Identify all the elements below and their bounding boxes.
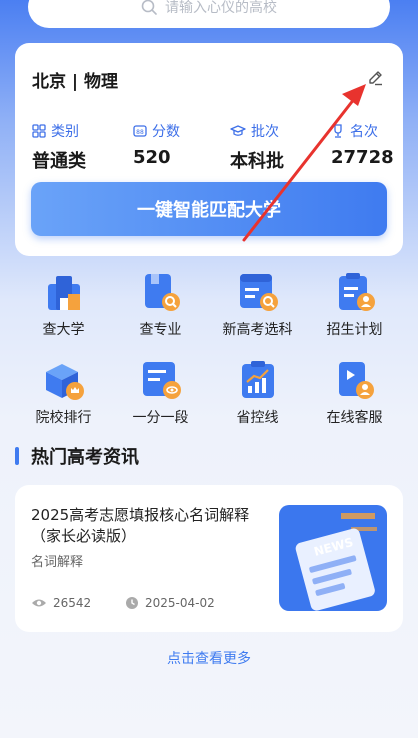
feature-control-line[interactable]: 省控线	[209, 358, 306, 427]
feature-score-segment[interactable]: 一分一段	[112, 358, 209, 427]
edit-icon[interactable]	[367, 69, 385, 87]
stat-rank: 名次 27728	[331, 124, 394, 168]
feature-online-service[interactable]: 在线客服	[306, 358, 403, 427]
news-section-title: 热门高考资讯	[15, 443, 139, 469]
eye-icon	[32, 599, 46, 607]
news-title[interactable]: 2025高考志愿填报核心名词解释（家长必读版）	[31, 505, 271, 547]
news-category: 名词解释	[31, 555, 84, 570]
major-search-icon	[144, 274, 180, 311]
customer-service-icon	[338, 362, 374, 399]
score-icon: 88	[133, 125, 147, 137]
feature-university-ranking[interactable]: 院校排行	[15, 358, 112, 427]
stat-category: 类别 普通类	[32, 124, 86, 172]
svg-text:88: 88	[136, 129, 144, 136]
profile-card: 北京 | 物理 类别 普通类 88 分数 520 批次 本科批 名次 27728…	[15, 43, 403, 256]
feature-enrollment-plan[interactable]: 招生计划	[306, 270, 403, 339]
ranking-box-icon	[45, 364, 84, 400]
stat-score: 88 分数 520	[133, 124, 180, 168]
feature-find-major[interactable]: 查专业	[112, 270, 209, 339]
graduation-cap-icon	[230, 125, 246, 136]
news-views: 26542	[31, 596, 91, 610]
section-accent-bar	[15, 447, 19, 465]
enrollment-plan-icon	[338, 273, 375, 311]
subject-select-icon	[239, 274, 278, 311]
news-thumbnail: NEWS	[279, 505, 387, 611]
news-date: 2025-04-02	[125, 596, 215, 610]
search-icon	[141, 0, 157, 15]
region-subject: 北京 | 物理	[32, 72, 119, 92]
category-grid-icon	[32, 124, 46, 138]
trophy-icon	[334, 124, 342, 138]
search-input[interactable]: 请输入心仪的高校	[165, 0, 277, 17]
stat-batch: 批次 本科批	[230, 124, 284, 172]
search-bar[interactable]: 请输入心仪的高校	[28, 0, 390, 28]
feature-find-university[interactable]: 查大学	[15, 270, 112, 339]
news-item[interactable]: 2025高考志愿填报核心名词解释（家长必读版） 名词解释 26542 2025-…	[15, 485, 403, 632]
control-line-chart-icon	[241, 361, 274, 398]
score-segment-icon	[142, 362, 181, 399]
clock-icon	[126, 597, 138, 609]
university-icon	[47, 276, 80, 310]
feature-subject-selection[interactable]: 新高考选科	[209, 270, 306, 339]
view-more-link[interactable]: 点击查看更多	[0, 648, 418, 668]
smart-match-button[interactable]: 一键智能匹配大学	[31, 182, 387, 236]
